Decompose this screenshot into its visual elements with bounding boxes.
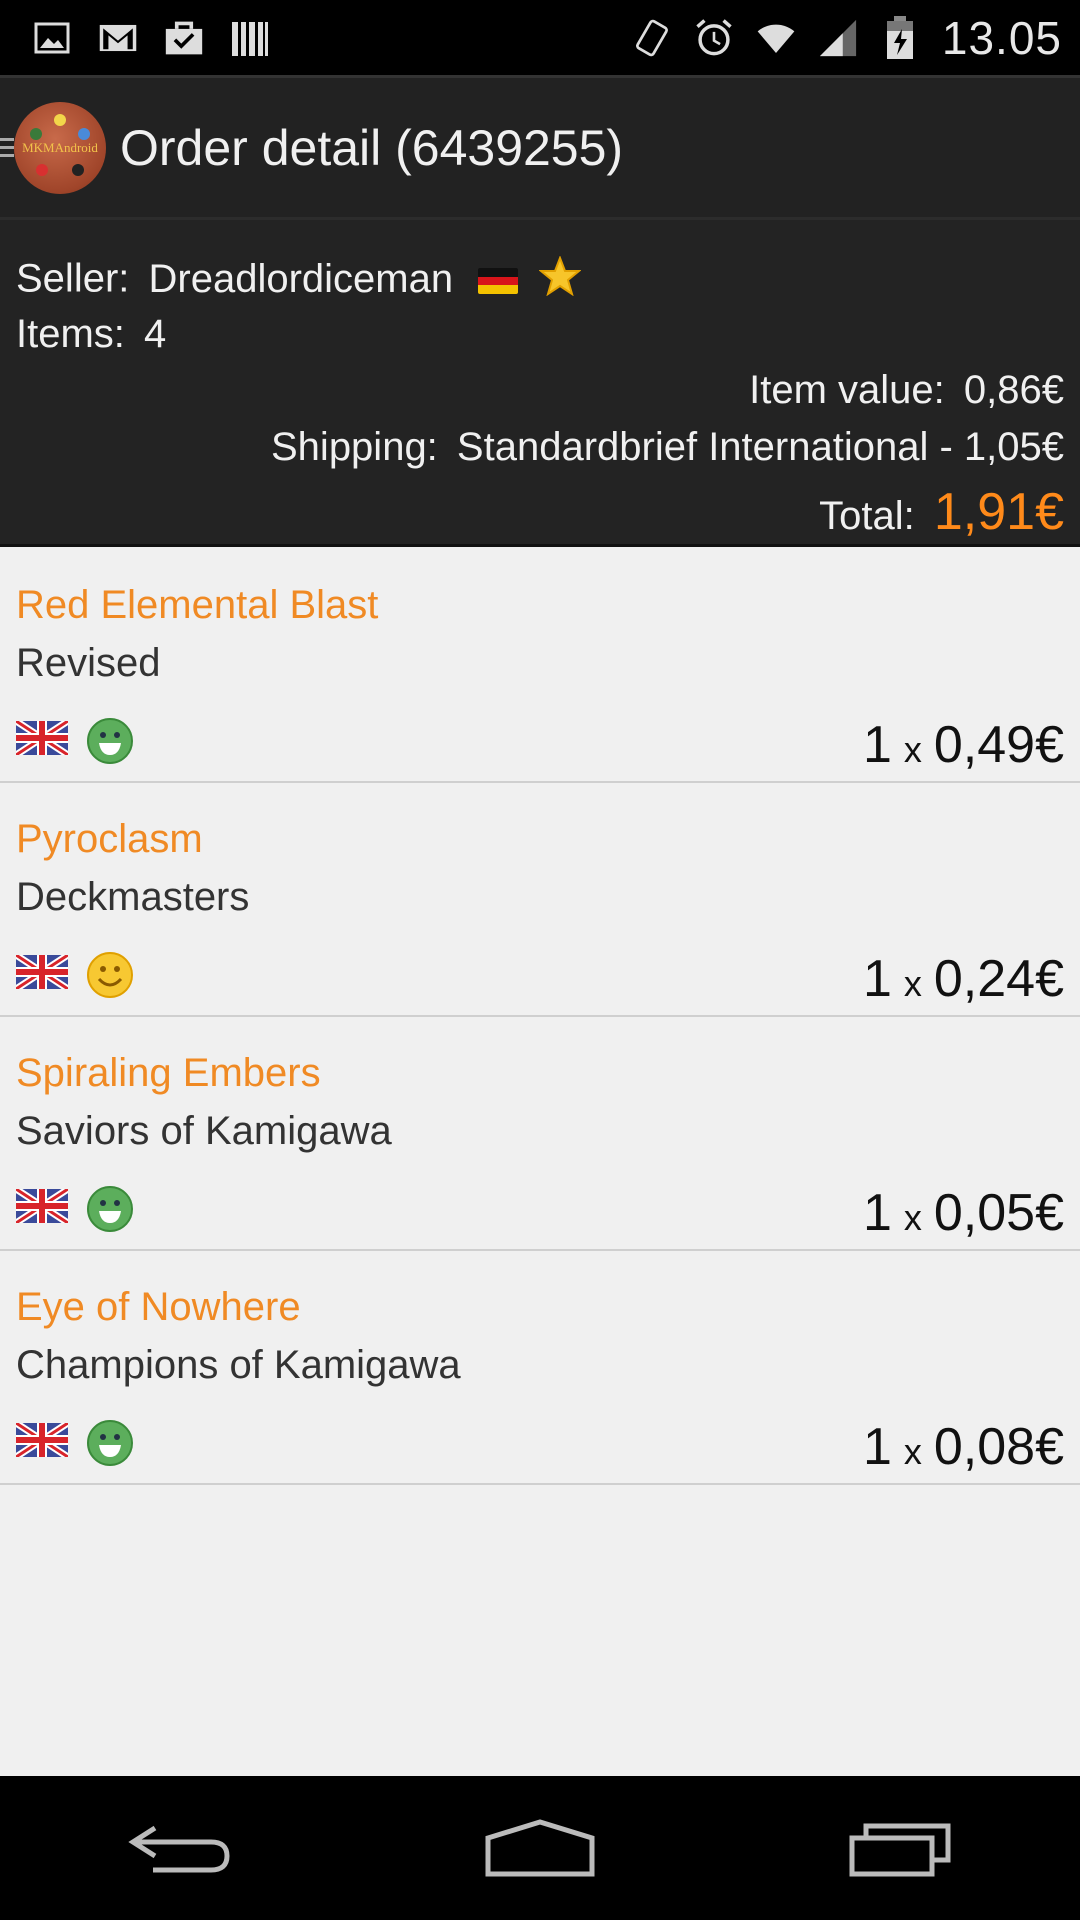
unit-price: 0,08€ [933,1418,1064,1476]
card-name: Eye of Nowhere [16,1285,301,1329]
unit-price: 0,05€ [933,1184,1064,1242]
items-count: 4 [144,312,167,356]
back-button[interactable] [120,1808,240,1888]
seller-name: Dreadlordiceman [148,256,454,301]
uk-flag-icon [16,1189,68,1223]
home-button[interactable] [480,1808,600,1888]
quantity: 1 [862,1418,892,1476]
app-logo-text: MKMAndroid [22,139,98,155]
seller-row: Seller: Dreadlordiceman [16,255,583,306]
back-icon [128,1825,230,1873]
action-bar: MKMAndroid Order detail (6439255) [0,75,1080,217]
quantity: 1 [862,716,892,774]
shipping-label: Shipping: [271,425,438,469]
card-name: Red Elemental Blast [16,583,379,627]
price: 1 x 0,05€ [863,1183,1064,1243]
items-row: Items: 4 [16,312,166,357]
yellow-smiley-icon [87,952,133,998]
card-set: Deckmasters [16,875,250,919]
quantity: 1 [862,950,892,1008]
card-name: Spiraling Embers [16,1051,321,1095]
vibrate-icon [632,18,672,58]
star-icon [538,255,583,306]
wifi-icon [756,18,796,58]
status-bar: 13.05 [0,0,1080,75]
item-value-row: Item value: 0,86€ [749,368,1064,413]
app-logo[interactable]: MKMAndroid [14,101,106,194]
list-item[interactable]: Pyroclasm Deckmasters 1 x 0,24€ [0,783,1080,1017]
times-sign: x [903,963,922,1004]
unit-price: 0,49€ [933,716,1064,774]
green-smiley-icon [87,718,133,764]
quantity: 1 [862,1184,892,1242]
drawer-indicator-icon[interactable] [0,138,14,160]
green-smiley-icon [87,1420,133,1466]
unit-price: 0,24€ [933,950,1064,1008]
de-flag-icon [478,268,519,294]
total-row: Total: 1,91€ [819,482,1064,542]
page-title: Order detail (6439255) [120,119,624,176]
recents-icon [849,1823,951,1877]
shopping-bag-icon [164,18,204,58]
alarm-icon [694,18,734,58]
times-sign: x [903,729,922,770]
gmail-icon [98,18,138,58]
signal-icon [818,18,858,58]
total-label: Total: [819,494,915,538]
card-name: Pyroclasm [16,817,203,861]
clock: 13.05 [941,11,1062,64]
image-icon [32,18,72,58]
price: 1 x 0,49€ [863,715,1064,775]
item-value-label: Item value: [749,368,945,412]
card-set: Saviors of Kamigawa [16,1109,392,1153]
shipping-row: Shipping: Standardbrief International - … [271,425,1064,470]
item-value: 0,86€ [963,368,1064,412]
times-sign: x [903,1431,922,1472]
list-item[interactable]: Spiraling Embers Saviors of Kamigawa 1x0… [0,1017,1080,1251]
card-set: Champions of Kamigawa [16,1343,461,1387]
navigation-bar [0,1776,1080,1920]
seller-label: Seller: [16,256,130,301]
uk-flag-icon [16,955,68,989]
price: 1 x 0,08€ [863,1417,1064,1477]
times-sign: x [903,1197,922,1238]
card-set: Revised [16,641,161,685]
list-item[interactable]: Eye of Nowhere Champions of Kamigawa 1x0… [0,1251,1080,1485]
shipping-value: Standardbrief International - 1,05€ [456,425,1064,469]
order-summary: Seller: Dreadlordiceman Items: 4 Item va… [0,217,1080,547]
uk-flag-icon [16,721,68,755]
list-item[interactable]: Red Elemental Blast Revised 1 x 0,49€ [0,549,1080,783]
green-smiley-icon [87,1186,133,1232]
recents-button[interactable] [840,1808,960,1888]
uk-flag-icon [16,1423,68,1457]
barcode-icon [230,18,270,58]
battery-charging-icon [880,15,920,59]
items-label: Items: [16,312,125,356]
total-value: 1,91€ [933,483,1064,541]
home-icon [485,1819,595,1877]
price: 1 x 0,24€ [863,949,1064,1009]
